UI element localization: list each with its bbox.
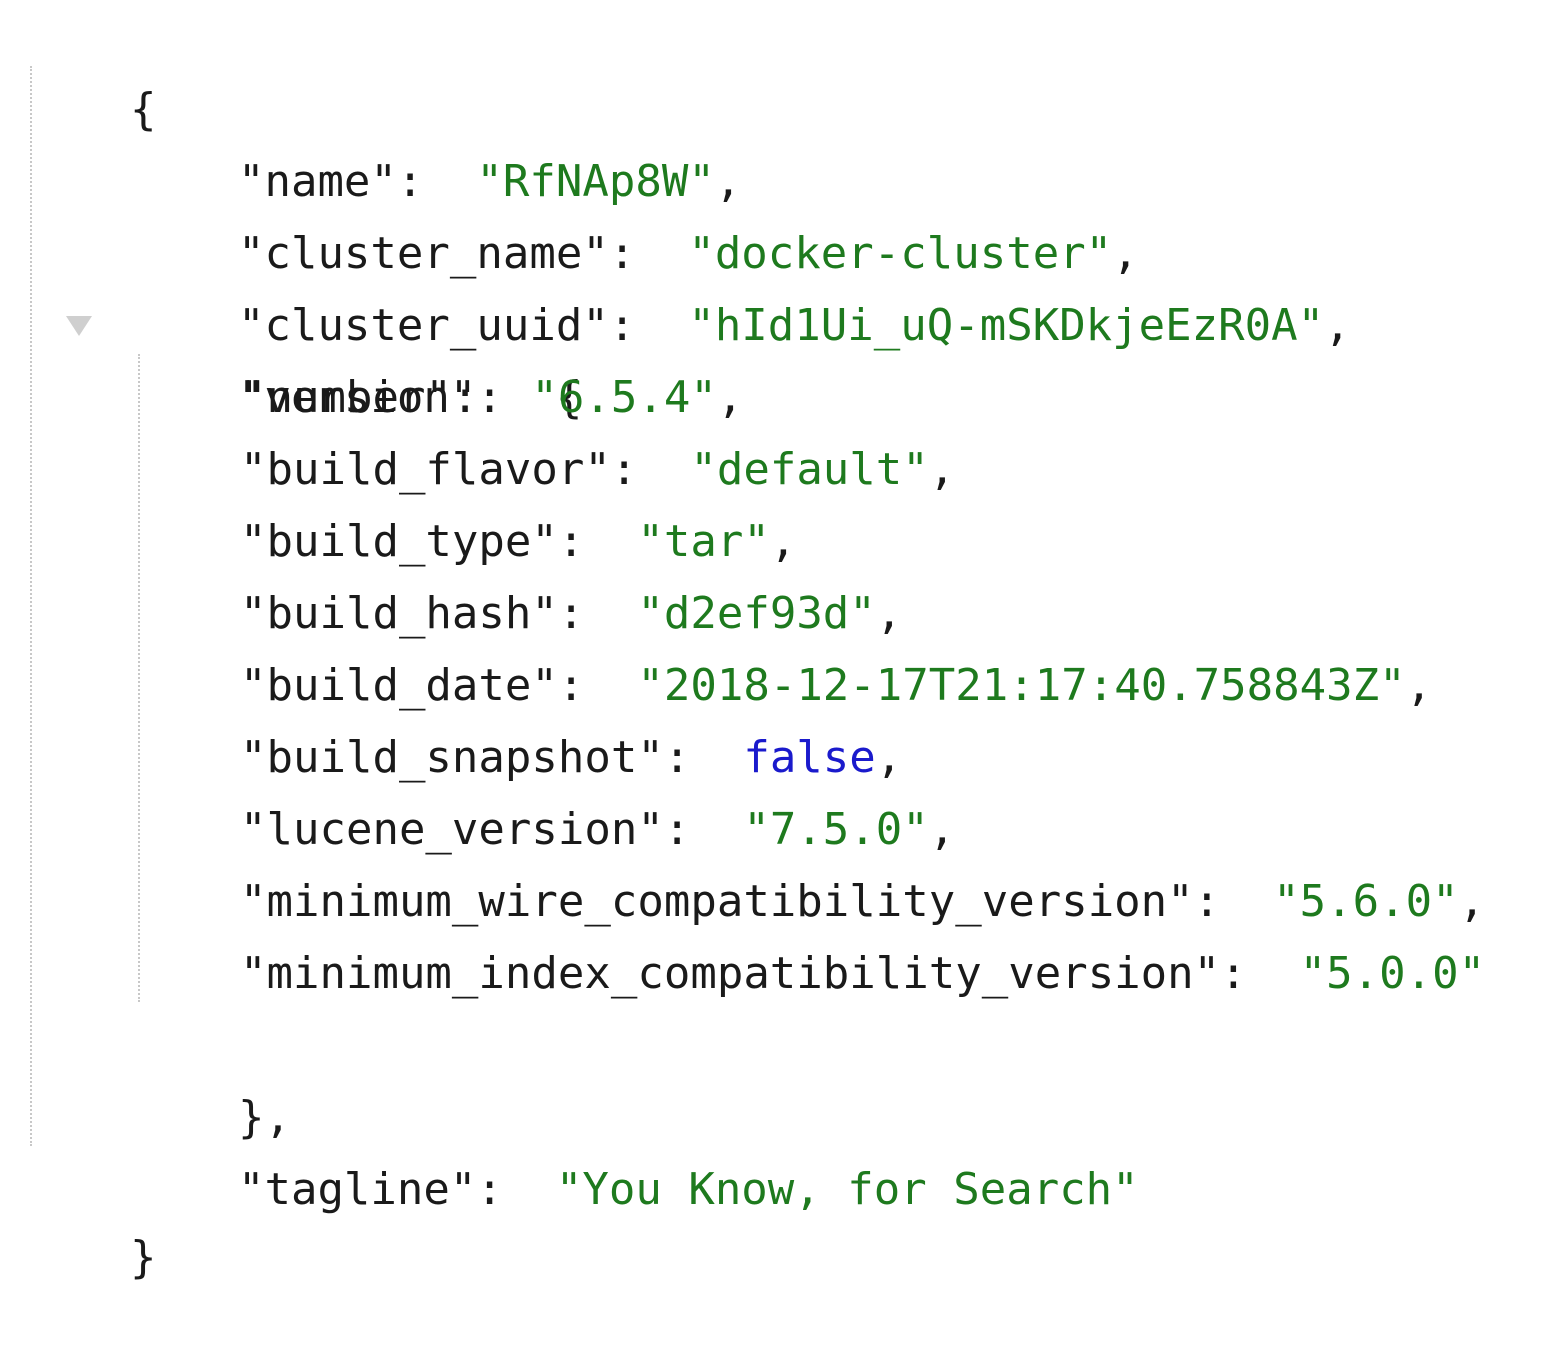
json-string-value: "default" <box>690 444 929 495</box>
version-close-brace-line: }, <box>132 1010 291 1143</box>
json-string-value: "5.6.0" <box>1273 876 1459 927</box>
json-row-version-field: "minimum_index_compatibility_version": "… <box>240 938 1485 1010</box>
comma: , <box>928 444 956 495</box>
collapse-triangle-icon[interactable] <box>66 316 92 336</box>
key-separator: : <box>451 372 505 423</box>
key-separator: : <box>557 660 611 711</box>
json-key: "build_hash" <box>240 588 558 639</box>
json-string-value: "tar" <box>637 516 770 567</box>
json-string-value: "6.5.4" <box>531 372 717 423</box>
json-row-cluster-uuid: "cluster_uuid": "hId1Ui_uQ-mSKDkjeEzR0A"… <box>132 218 1351 351</box>
json-boolean-value: false <box>743 732 876 783</box>
root-open-brace-line: { <box>24 2 157 135</box>
key-separator: : <box>1193 876 1247 927</box>
key-separator: : <box>476 1164 530 1215</box>
comma: , <box>716 372 744 423</box>
json-row-version-field: "minimum_wire_compatibility_version": "5… <box>240 866 1485 938</box>
key-separator: : <box>557 588 611 639</box>
json-key: "build_date" <box>240 660 558 711</box>
json-row-version-field: "build_snapshot": false, <box>240 722 902 794</box>
key-separator: : <box>1220 948 1274 999</box>
json-string-value: "You Know, for Search" <box>555 1164 1139 1215</box>
key-separator: : <box>663 804 717 855</box>
json-string-value: "d2ef93d" <box>637 588 876 639</box>
root-close-brace: } <box>129 1232 157 1283</box>
json-key: "build_type" <box>240 516 558 567</box>
json-row-tagline: "tagline": "You Know, for Search" <box>132 1082 1139 1215</box>
comma: , <box>1458 876 1486 927</box>
json-key: "tagline" <box>237 1164 477 1215</box>
json-row-name: "name": "RfNAp8W", <box>132 74 741 207</box>
key-separator: : <box>557 516 611 567</box>
key-separator: : <box>663 732 717 783</box>
comma: , <box>928 804 956 855</box>
json-string-value: "5.0.0" <box>1299 948 1486 999</box>
json-row-version-field: "lucene_version": "7.5.0", <box>240 794 955 866</box>
key-separator: : <box>610 444 664 495</box>
comma: , <box>875 588 903 639</box>
json-row-version-field: "build_type": "tar", <box>240 506 796 578</box>
json-key: "minimum_index_compatibility_version" <box>240 948 1221 999</box>
json-key: "number" <box>240 372 452 423</box>
json-key: "build_flavor" <box>240 444 611 495</box>
json-key: "minimum_wire_compatibility_version" <box>240 876 1194 927</box>
json-row-version-field: "build_hash": "d2ef93d", <box>240 578 902 650</box>
json-string-value: "7.5.0" <box>743 804 929 855</box>
json-key: "build_snapshot" <box>240 732 664 783</box>
json-row-version-field: "build_date": "2018-12-17T21:17:40.75884… <box>240 650 1432 722</box>
comma: , <box>1324 300 1351 351</box>
comma: , <box>875 732 903 783</box>
json-row-version-field: "number": "6.5.4", <box>240 362 743 434</box>
json-key: "lucene_version" <box>240 804 664 855</box>
root-indent-guide <box>30 66 32 1146</box>
json-row-version-field: "build_flavor": "default", <box>240 434 955 506</box>
key-separator: : <box>608 300 662 351</box>
json-row-cluster-name: "cluster_name": "docker-cluster", <box>132 146 1139 279</box>
json-string-value: "hId1Ui_uQ-mSKDkjeEzR0A" <box>688 300 1325 351</box>
comma: , <box>1405 660 1433 711</box>
comma: , <box>769 516 797 567</box>
json-row-version: "version": { <box>132 290 582 423</box>
json-string-value: "2018-12-17T21:17:40.758843Z" <box>637 660 1406 711</box>
json-viewer: { "name": "RfNAp8W", "cluster_name": "do… <box>0 0 1564 1283</box>
root-close-brace-line: } <box>24 1150 157 1283</box>
